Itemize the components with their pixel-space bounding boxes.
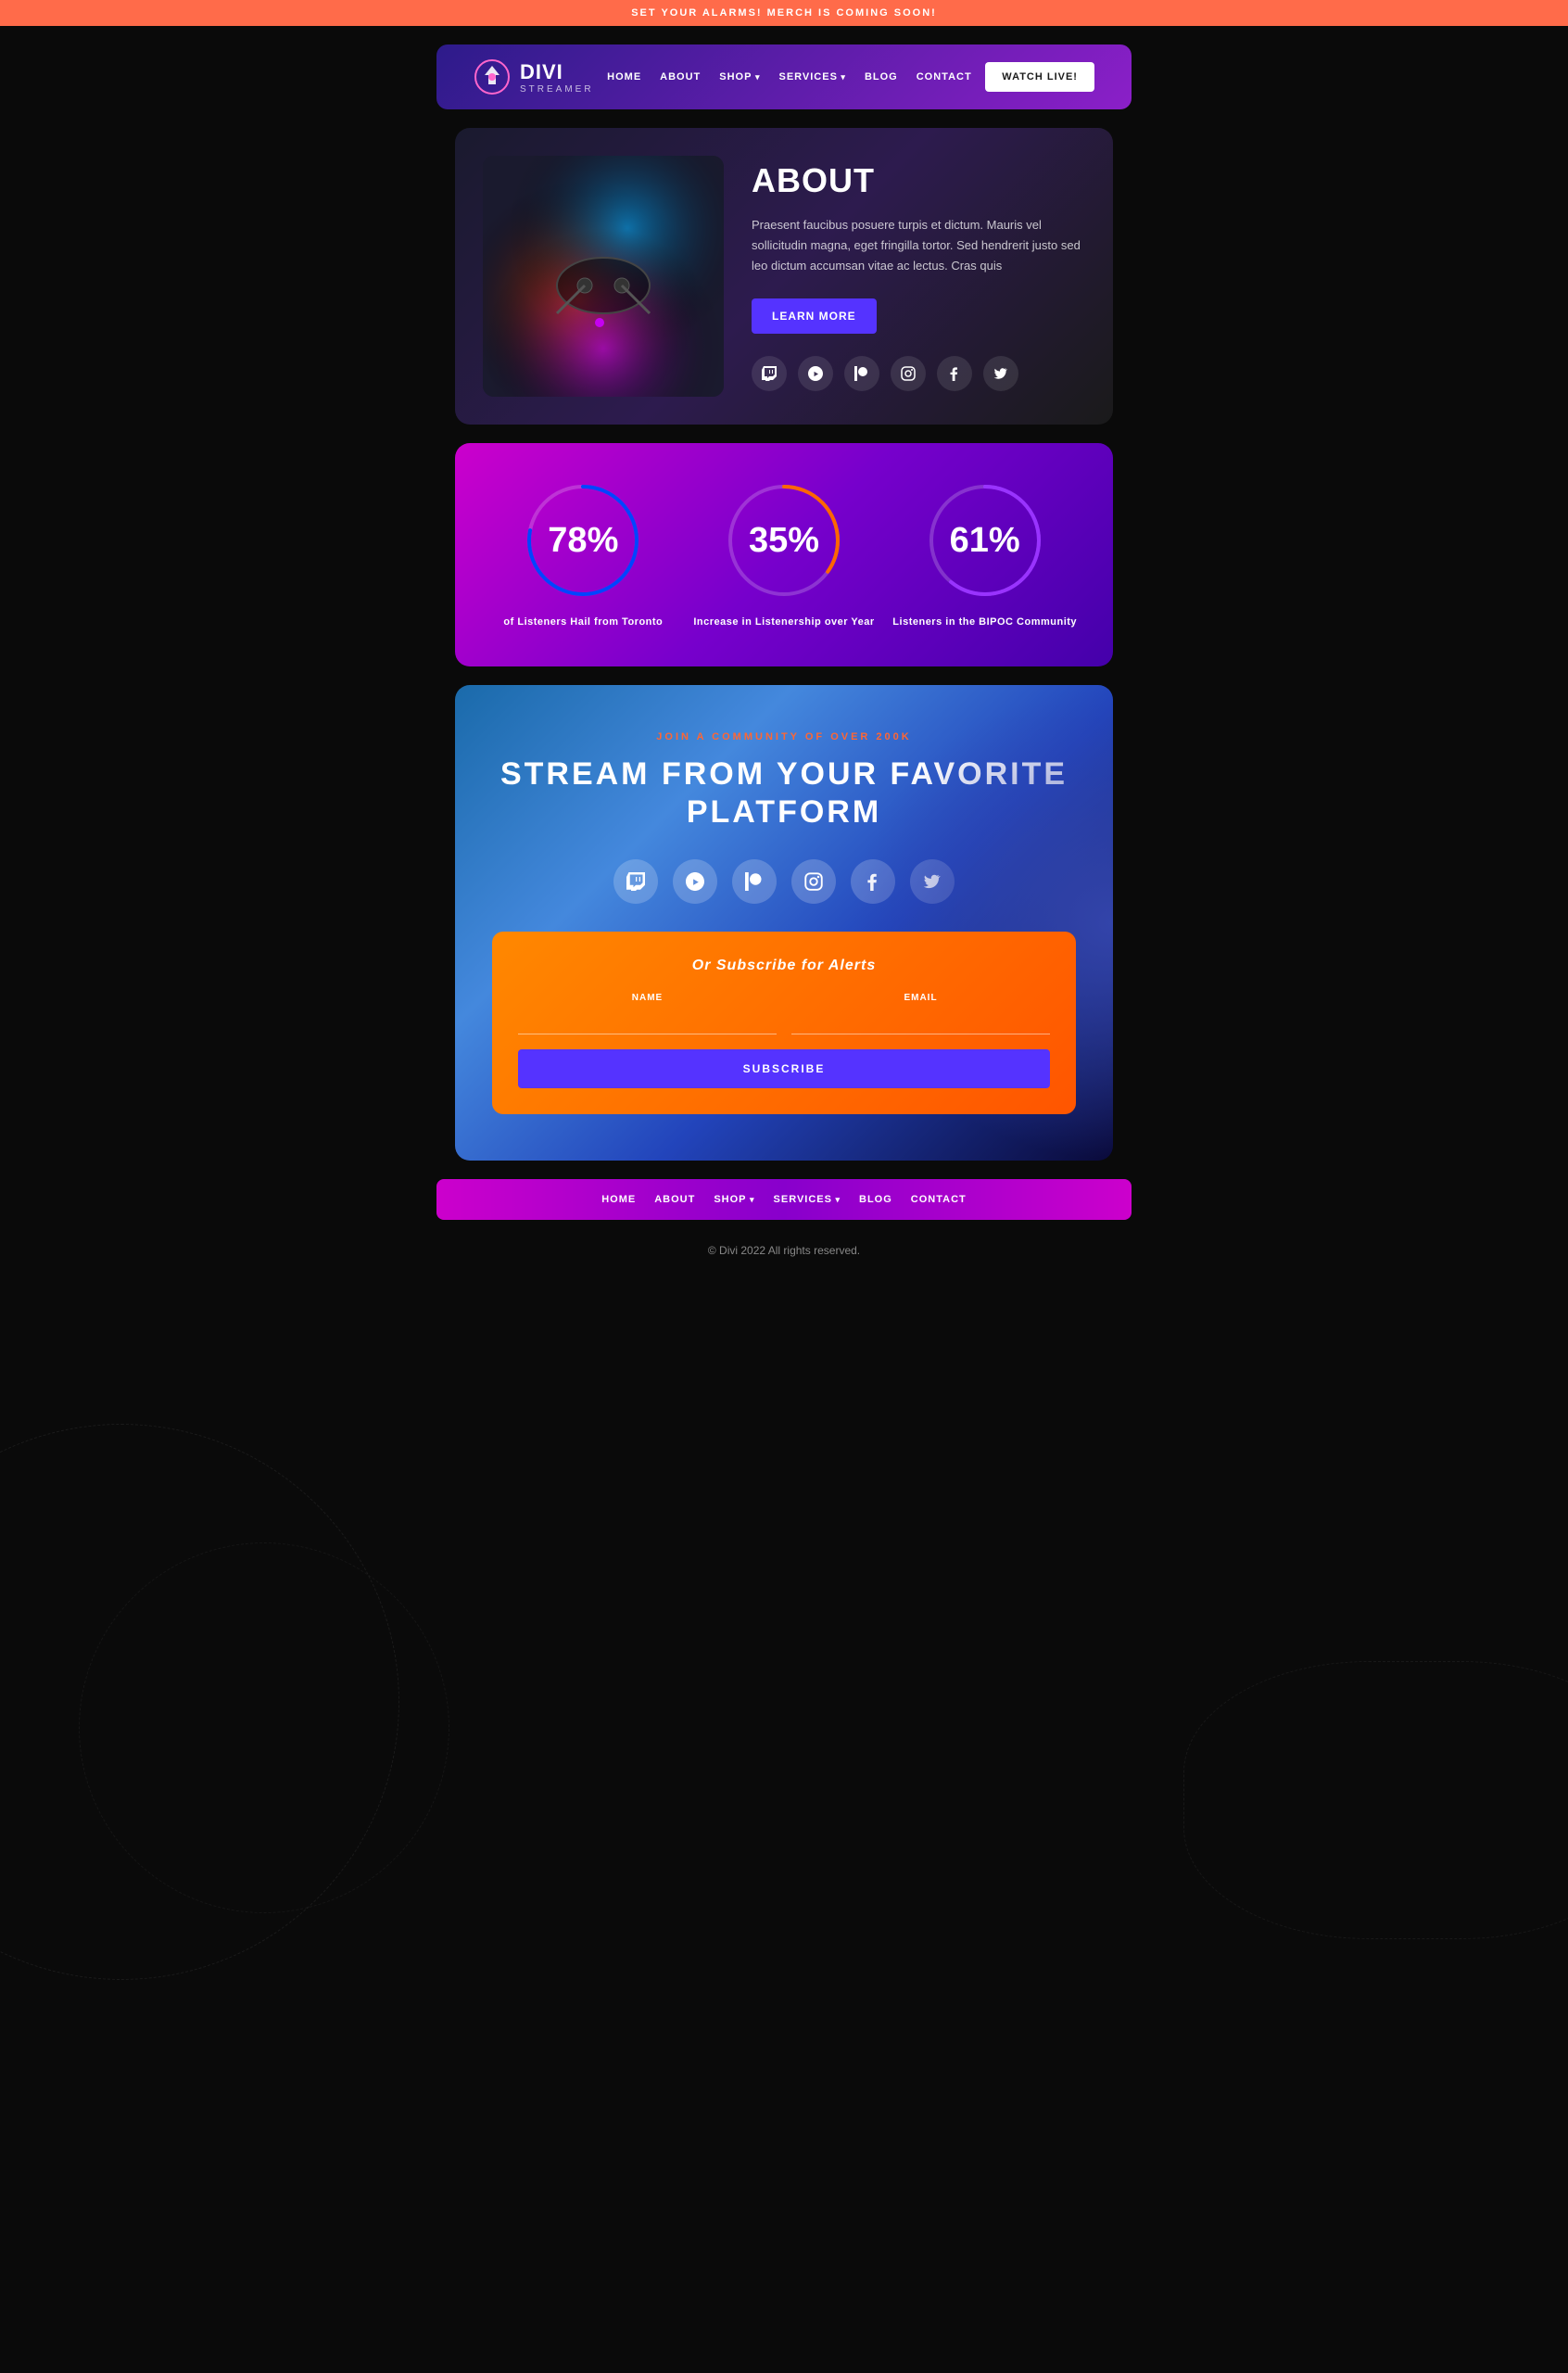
stat-circle-1: 78% [523,480,643,601]
footer-nav-about[interactable]: ABOUT [654,1194,695,1205]
subscribe-form-row: NAME EMAIL [518,993,1050,1034]
copyright: © Divi 2022 All rights reserved. [0,1235,1568,1285]
stat-value-3: 61% [950,521,1020,561]
watch-live-button[interactable]: WATCH LIVE! [985,62,1094,92]
nav-home[interactable]: HOME [607,71,641,82]
about-social-icons [752,356,1085,391]
nav-about[interactable]: ABOUT [660,71,701,82]
stream-instagram-icon[interactable] [791,859,836,904]
about-image-graphic [483,156,724,397]
stat-circle-2: 35% [724,480,844,601]
stream-twitch-icon[interactable] [613,859,658,904]
stat-label-1: of Listeners Hail from Toronto [483,615,684,629]
subscribe-title: Or Subscribe for Alerts [518,958,1050,974]
stat-bipoc: 61% Listeners in the BIPOC Community [884,480,1085,629]
twitter-icon[interactable] [983,356,1018,391]
nav-services[interactable]: SERVICES [778,71,845,82]
footer-nav-shop[interactable]: SHOP [714,1194,754,1205]
learn-more-button[interactable]: LEARN MORE [752,298,877,334]
name-field: NAME [518,993,777,1034]
stream-patreon-icon[interactable] [732,859,777,904]
logo: DIVI STREAMER [474,58,594,95]
nav-blog[interactable]: BLOG [865,71,898,82]
footer-nav-services[interactable]: SERVICES [774,1194,841,1205]
stat-increase: 35% Increase in Listenership over Year [684,480,885,629]
facebook-icon[interactable] [937,356,972,391]
footer-nav-blog[interactable]: BLOG [859,1194,892,1205]
community-label: JOIN A COMMUNITY OF OVER 200K [492,731,1076,742]
instagram-icon[interactable] [891,356,926,391]
stat-value-2: 35% [749,521,819,561]
stat-label-2: Increase in Listenership over Year [684,615,885,629]
footer-nav-contact[interactable]: CONTACT [911,1194,967,1205]
subscribe-box: Or Subscribe for Alerts NAME EMAIL SUBSC… [492,932,1076,1114]
about-content: ABOUT Praesent faucibus posuere turpis e… [752,161,1085,391]
logo-sub: STREAMER [520,84,594,95]
about-image [483,156,724,397]
stat-circle-3: 61% [925,480,1045,601]
nav-shop[interactable]: SHOP [719,71,760,82]
navbar: DIVI STREAMER HOME ABOUT SHOP SERVICES B… [436,44,1132,109]
stream-facebook-icon[interactable] [851,859,895,904]
stream-title-line1: STREAM FROM YOUR FAVORITE [500,756,1068,792]
about-description: Praesent faucibus posuere turpis et dict… [752,215,1085,276]
banner-text: SET YOUR ALARMS! MERCH IS COMING SOON! [631,7,937,19]
twitch-icon[interactable] [752,356,787,391]
footer-nav-links: HOME ABOUT SHOP SERVICES BLOG CONTACT [451,1194,1117,1205]
stat-toronto: 78% of Listeners Hail from Toronto [483,480,684,629]
email-input[interactable] [791,1009,1050,1034]
stat-label-3: Listeners in the BIPOC Community [884,615,1085,629]
stream-social-icons [492,859,1076,904]
about-section: ABOUT Praesent faucibus posuere turpis e… [455,128,1113,425]
stream-youtube-icon[interactable] [673,859,717,904]
email-field: EMAIL [791,993,1050,1034]
subscribe-button[interactable]: SUBSCRIBE [518,1049,1050,1088]
stream-section: JOIN A COMMUNITY OF OVER 200K STREAM FRO… [455,685,1113,1161]
youtube-icon[interactable] [798,356,833,391]
name-label: NAME [518,993,777,1003]
stream-title-line2: PLATFORM [687,794,881,830]
footer-nav-home[interactable]: HOME [601,1194,636,1205]
about-title: ABOUT [752,161,1085,200]
stream-title: STREAM FROM YOUR FAVORITE PLATFORM [492,755,1076,831]
nav-links: HOME ABOUT SHOP SERVICES BLOG CONTACT [607,71,972,82]
stat-value-1: 78% [548,521,618,561]
patreon-icon[interactable] [844,356,879,391]
footer-nav: HOME ABOUT SHOP SERVICES BLOG CONTACT [436,1179,1132,1220]
stream-twitter-icon[interactable] [910,859,955,904]
logo-icon [474,58,511,95]
stats-section: 78% of Listeners Hail from Toronto 35% I… [455,443,1113,666]
name-input[interactable] [518,1009,777,1034]
announcement-banner: SET YOUR ALARMS! MERCH IS COMING SOON! [0,0,1568,26]
email-label: EMAIL [791,993,1050,1003]
nav-contact[interactable]: CONTACT [917,71,972,82]
logo-text: DIVI STREAMER [520,60,594,95]
logo-name: DIVI [520,60,594,84]
